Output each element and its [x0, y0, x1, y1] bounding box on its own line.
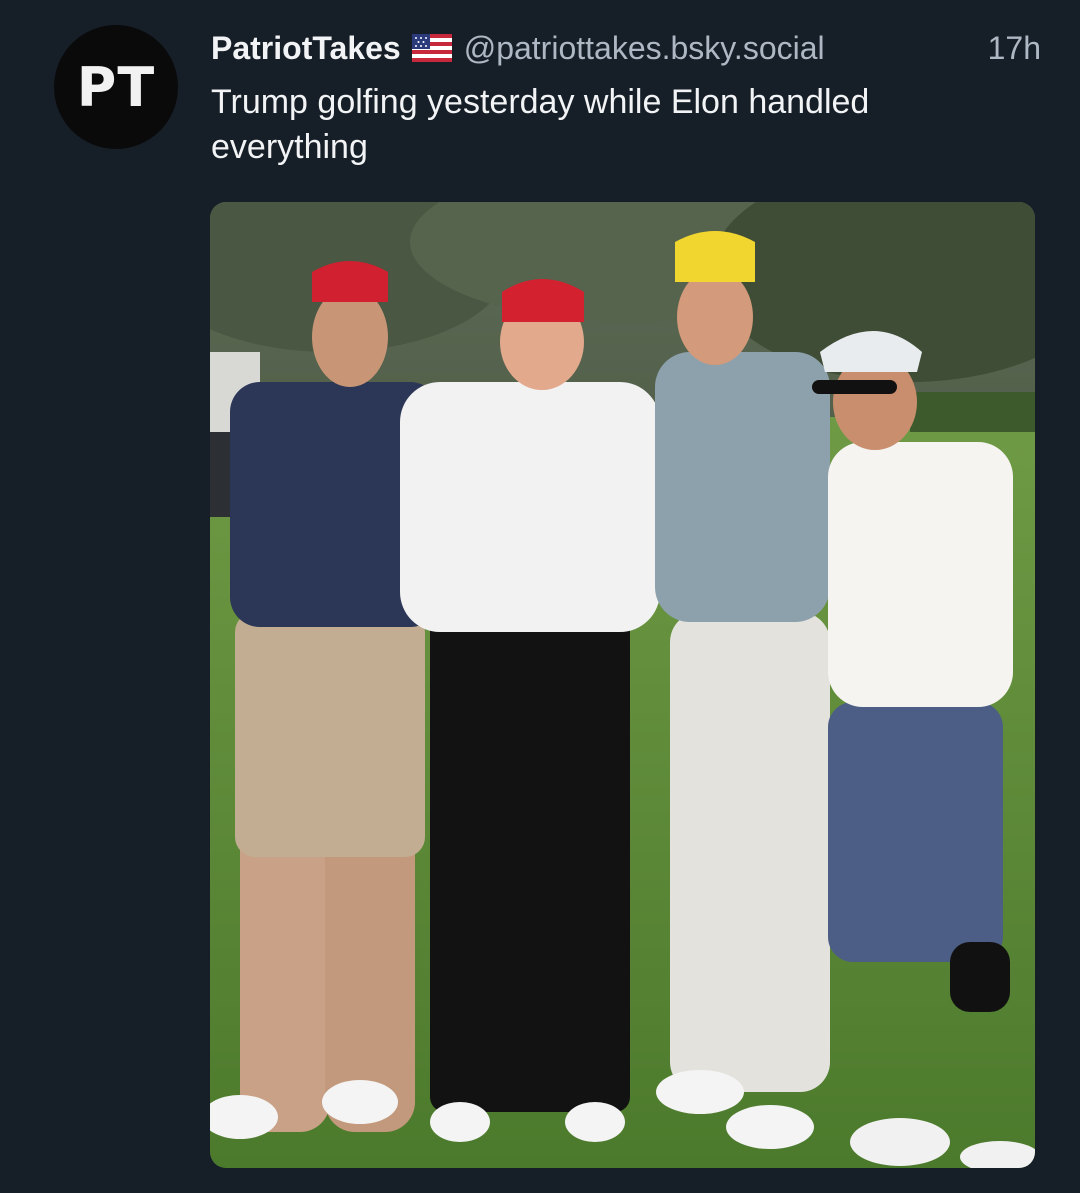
post-card[interactable]: PT PatriotTakes @patriottakes.bsky.socia… — [0, 0, 1080, 1193]
avatar-initials: PT — [76, 55, 156, 119]
author-avatar[interactable]: PT — [54, 25, 178, 149]
post-image[interactable] — [210, 202, 1035, 1168]
post-text: Trump golfing yesterday while Elon handl… — [211, 83, 870, 166]
us-flag-icon — [411, 34, 452, 62]
post-header: PatriotTakes @patriottakes.bsky.social 1… — [211, 26, 1041, 70]
post-timestamp[interactable]: 17h — [988, 30, 1041, 67]
author-handle[interactable]: @patriottakes.bsky.social — [464, 30, 825, 67]
author-display-name[interactable]: PatriotTakes — [211, 30, 401, 67]
